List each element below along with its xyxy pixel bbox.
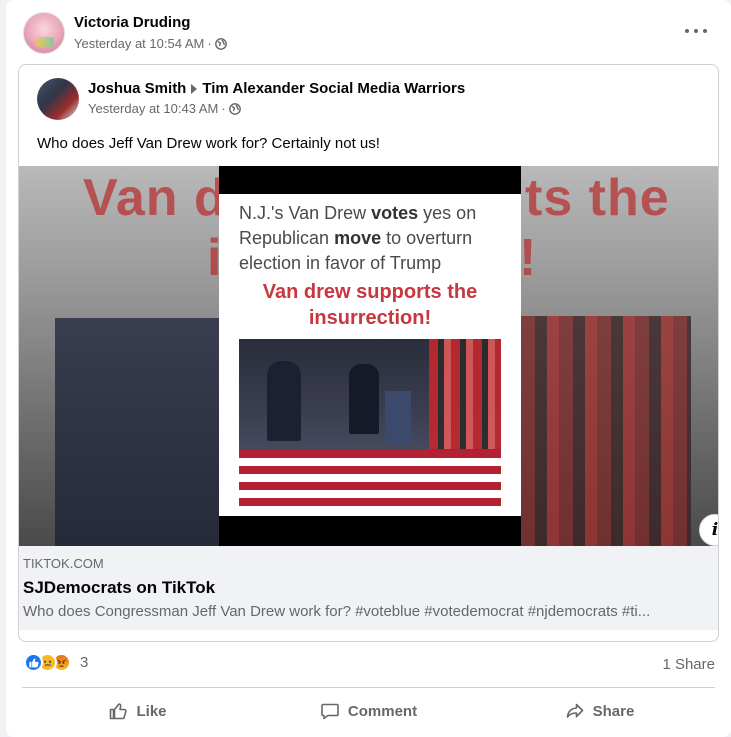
shared-post[interactable]: Joshua Smith Tim Alexander Social Media …: [18, 64, 719, 642]
comment-label: Comment: [347, 702, 418, 720]
link-domain: TIKTOK.COM: [23, 556, 104, 571]
meta-separator: ·: [221, 101, 226, 116]
shared-group-name[interactable]: Tim Alexander Social Media Warriors: [202, 80, 465, 97]
post-card: Victoria Druding Yesterday at 10:54 AM ·…: [6, 0, 731, 737]
shared-author-line: Joshua Smith Tim Alexander Social Media …: [88, 80, 465, 97]
video-red-caption: Van drew supports the insurrection!: [262, 281, 478, 329]
like-button[interactable]: Like: [22, 689, 253, 733]
action-bar: Like Comment Share: [22, 689, 715, 733]
share-button[interactable]: Share: [484, 689, 715, 733]
background-crowd: [521, 316, 691, 546]
post-timestamp[interactable]: Yesterday at 10:54 AM: [74, 36, 204, 51]
shared-author-name[interactable]: Joshua Smith: [88, 80, 186, 97]
background-text-right: ts the: [525, 169, 670, 227]
author-name[interactable]: Victoria Druding: [74, 14, 190, 31]
globe-icon: [228, 102, 241, 115]
arrow-right-icon: [191, 83, 198, 94]
globe-icon: [214, 37, 227, 50]
reaction-count[interactable]: 3: [80, 654, 88, 671]
background-text-left: Van d: [83, 169, 227, 227]
meta-separator: ·: [207, 36, 212, 51]
background-figure: [55, 318, 225, 546]
share-label: Share: [592, 702, 635, 720]
share-icon: [566, 703, 583, 718]
comment-button[interactable]: Comment: [253, 689, 484, 733]
like-reaction-icon: [24, 653, 43, 672]
share-count[interactable]: 1 Share: [662, 656, 715, 673]
author-avatar[interactable]: [23, 12, 65, 54]
link-title[interactable]: SJDemocrats on TikTok: [23, 578, 215, 598]
video-thumbnail[interactable]: Van d ts the i ! N.J.'s Van Drew votes y…: [19, 166, 718, 546]
rally-photo: [239, 339, 501, 512]
background-text-mid2: !: [519, 229, 538, 287]
shared-meta: Yesterday at 10:43 AM ·: [88, 101, 241, 116]
more-options-icon[interactable]: [685, 22, 707, 40]
comment-icon: [321, 703, 339, 720]
like-label: Like: [136, 702, 167, 720]
link-description: Who does Congressman Jeff Van Drew work …: [23, 603, 651, 620]
actions-divider: [22, 687, 715, 688]
post-meta: Yesterday at 10:54 AM ·: [74, 36, 227, 51]
shared-author-avatar[interactable]: [37, 78, 79, 120]
shared-timestamp[interactable]: Yesterday at 10:43 AM: [88, 101, 218, 116]
link-preview[interactable]: TIKTOK.COM SJDemocrats on TikTok Who doe…: [19, 546, 718, 630]
thumbs-up-icon: [110, 703, 128, 720]
reaction-summary[interactable]: 3: [24, 653, 88, 672]
post-text: Who does Jeff Van Drew work for? Certain…: [37, 135, 380, 152]
video-headline: N.J.'s Van Drew votes yes on Republican …: [239, 203, 477, 273]
